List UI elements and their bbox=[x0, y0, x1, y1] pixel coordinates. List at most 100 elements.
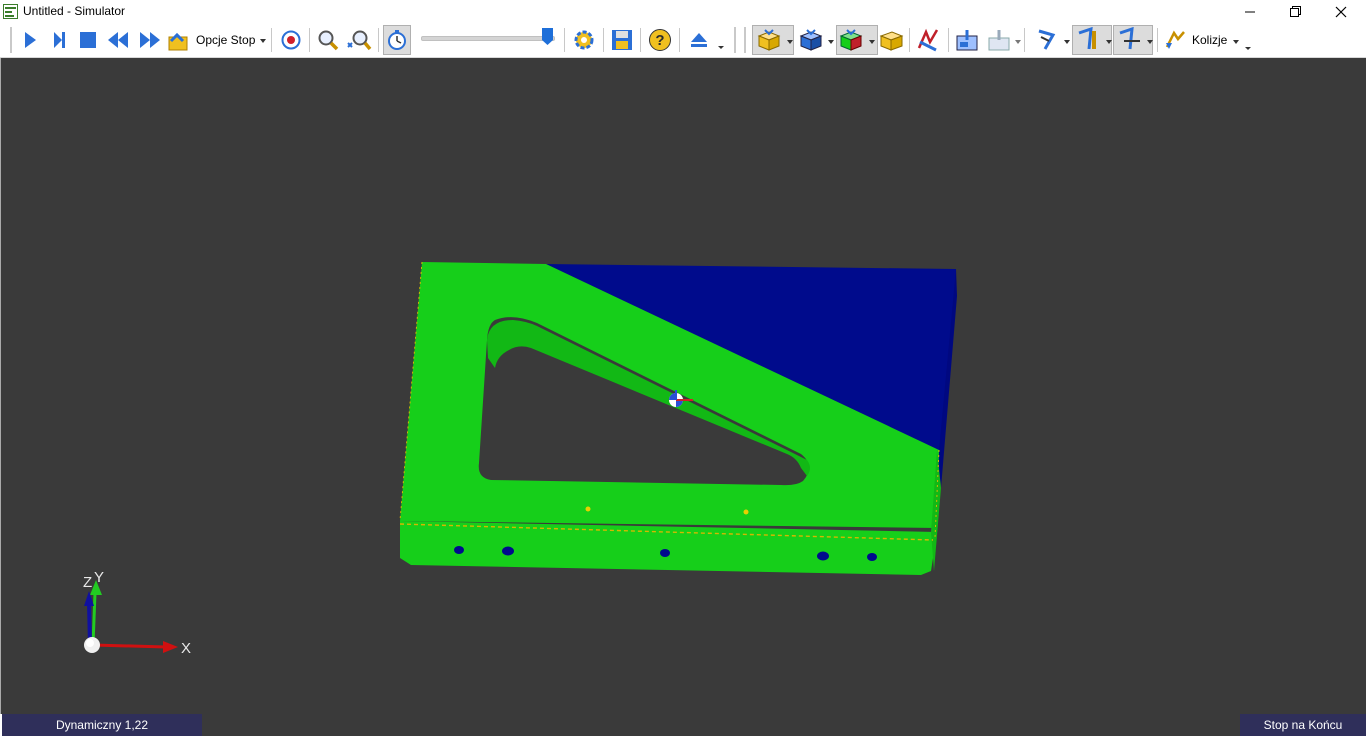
simulator-app-icon bbox=[3, 4, 18, 19]
help-icon: ? bbox=[649, 29, 671, 51]
stock-box-icon bbox=[757, 29, 781, 51]
z-axis-label: Z bbox=[83, 574, 92, 591]
holder-chevron-down-icon bbox=[1106, 40, 1112, 44]
axes-icon bbox=[1119, 27, 1140, 50]
stock-chevron-down-icon bbox=[787, 40, 793, 44]
machine-options-button[interactable] bbox=[984, 25, 1014, 55]
toolbar-separator bbox=[378, 28, 379, 52]
toolpath-button[interactable] bbox=[913, 25, 943, 55]
axes-chevron-down-icon bbox=[1147, 40, 1153, 44]
stopwatch-icon bbox=[388, 30, 406, 50]
stop-options-label: Opcje Stop bbox=[196, 33, 256, 47]
hole bbox=[743, 509, 749, 515]
close-button[interactable] bbox=[1318, 0, 1364, 23]
side-hole bbox=[867, 553, 877, 561]
toolbar-separator bbox=[271, 28, 272, 52]
collision-icon bbox=[1165, 30, 1185, 49]
y-axis-label: Y bbox=[94, 569, 104, 586]
toolpath-icon bbox=[917, 28, 939, 52]
minimize-icon bbox=[1245, 11, 1255, 12]
svg-text:?: ? bbox=[655, 32, 664, 49]
eject-chevron-down-icon bbox=[718, 46, 724, 49]
save-button[interactable] bbox=[608, 25, 636, 55]
minimize-button[interactable] bbox=[1227, 0, 1273, 23]
eject-button[interactable] bbox=[685, 25, 713, 55]
record-icon bbox=[281, 30, 301, 50]
zoom-icon bbox=[318, 30, 339, 51]
toolbar-grip[interactable] bbox=[10, 27, 12, 53]
toolbar-separator bbox=[309, 28, 310, 52]
stop-button[interactable] bbox=[76, 25, 100, 55]
simulation-viewport[interactable]: X Y Z bbox=[0, 58, 1366, 714]
holder-icon bbox=[1078, 27, 1096, 50]
restore-button[interactable] bbox=[1272, 0, 1318, 23]
stop-mode-status: Stop na Końcu bbox=[1240, 714, 1366, 736]
toolbar-separator bbox=[640, 28, 641, 52]
stop-options-chevron-down-icon bbox=[260, 39, 266, 43]
toolbar-grip[interactable] bbox=[744, 27, 746, 53]
toolbar-separator bbox=[948, 28, 949, 52]
stop-icon bbox=[80, 32, 96, 48]
zoom-button[interactable] bbox=[314, 25, 342, 55]
toolbar-separator bbox=[1157, 28, 1158, 52]
tool-view-button[interactable] bbox=[1028, 25, 1064, 55]
settings-button[interactable] bbox=[569, 25, 599, 55]
hole bbox=[585, 506, 591, 512]
stop-options-icon bbox=[168, 32, 188, 51]
toolbar-grip[interactable] bbox=[734, 27, 736, 53]
part-front-face bbox=[400, 521, 937, 575]
toolbar-separator bbox=[603, 28, 604, 52]
compare-chevron-down-icon bbox=[869, 40, 875, 44]
scene-3d: X Y Z bbox=[83, 261, 957, 657]
axis-triad bbox=[84, 580, 178, 653]
speed-slider-track[interactable] bbox=[421, 36, 555, 41]
machine-icon bbox=[956, 30, 978, 51]
stop-options-dropdown[interactable]: Opcje Stop bbox=[166, 25, 262, 55]
speed-slider-thumb[interactable] bbox=[542, 28, 553, 45]
collisions-chevron-down-icon bbox=[1233, 40, 1239, 44]
fast-forward-icon bbox=[140, 32, 160, 48]
machine-chevron-down-icon bbox=[1015, 40, 1021, 44]
collisions-label: Kolizje bbox=[1192, 33, 1228, 47]
toolbar-separator bbox=[909, 28, 910, 52]
eject-icon bbox=[691, 33, 707, 47]
zoom-extents-button[interactable] bbox=[344, 25, 374, 55]
step-button[interactable] bbox=[47, 25, 71, 55]
collisions-dropdown[interactable]: Kolizje bbox=[1164, 25, 1244, 55]
compare-box-icon bbox=[839, 29, 863, 51]
rewind-button[interactable] bbox=[105, 25, 131, 55]
tool-icon bbox=[1038, 29, 1056, 50]
close-icon bbox=[1335, 6, 1347, 17]
part-chevron-down-icon bbox=[828, 40, 834, 44]
rewind-icon bbox=[108, 32, 128, 48]
save-icon bbox=[612, 30, 632, 50]
speed-control-button[interactable] bbox=[383, 25, 411, 55]
toolbar-separator bbox=[679, 28, 680, 52]
simulation-toolbar: Opcje Stop bbox=[0, 23, 1366, 58]
window-title: Untitled - Simulator bbox=[23, 4, 126, 18]
record-button[interactable] bbox=[278, 25, 304, 55]
toolbar-overflow-chevron-icon[interactable] bbox=[1245, 47, 1251, 50]
side-hole bbox=[502, 546, 514, 556]
machine-options-icon bbox=[988, 30, 1010, 51]
toolbar-separator bbox=[564, 28, 565, 52]
simulation-mode-status: Dynamiczny 1,22 bbox=[2, 714, 202, 736]
tool-chevron-down-icon bbox=[1064, 40, 1070, 44]
status-bar-spacer bbox=[202, 714, 1240, 736]
step-icon bbox=[54, 32, 65, 48]
gear-icon bbox=[574, 30, 594, 50]
view-fixture-button[interactable] bbox=[876, 25, 906, 55]
restore-icon bbox=[1289, 6, 1301, 17]
x-axis-label: X bbox=[181, 640, 191, 657]
play-button[interactable] bbox=[18, 25, 42, 55]
side-hole bbox=[817, 551, 829, 561]
play-icon bbox=[25, 32, 36, 48]
title-bar: Untitled - Simulator bbox=[0, 0, 1366, 23]
fast-forward-button[interactable] bbox=[137, 25, 163, 55]
fixture-icon bbox=[879, 31, 904, 51]
zoom-extents-icon bbox=[347, 30, 372, 51]
part-box-icon bbox=[799, 29, 823, 51]
side-hole bbox=[660, 549, 670, 557]
help-button[interactable]: ? bbox=[645, 25, 675, 55]
machine-view-button[interactable] bbox=[952, 25, 982, 55]
